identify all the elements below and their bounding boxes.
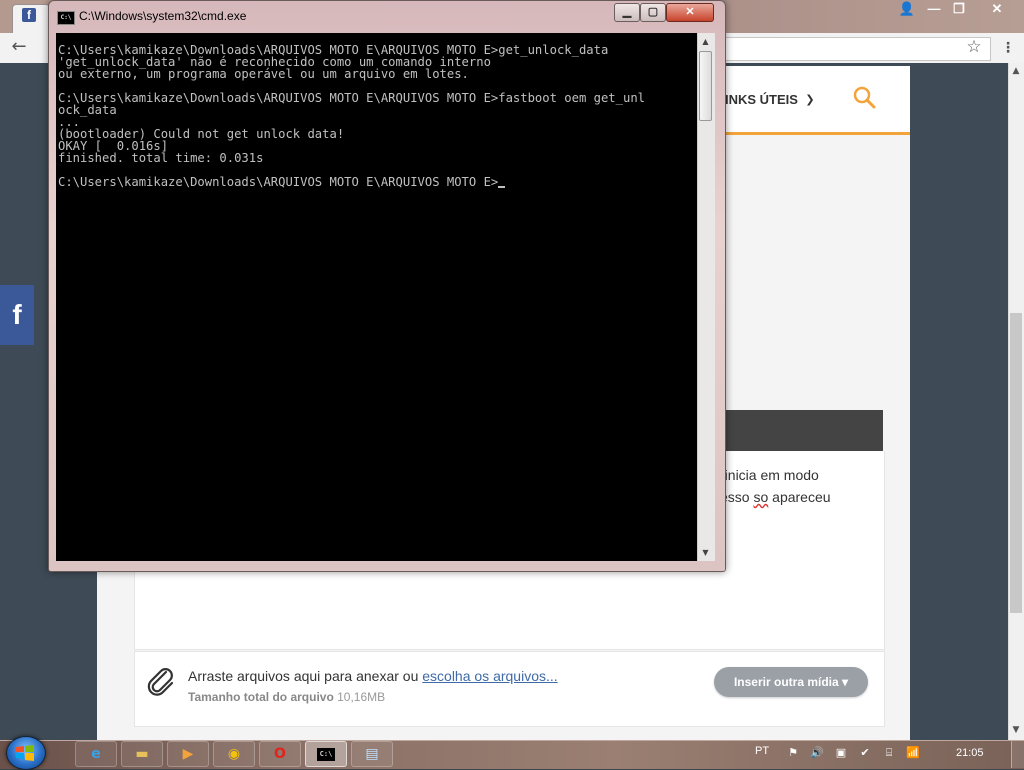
attachment-instruction-text: Arraste arquivos aqui para anexar ou	[188, 668, 423, 684]
choose-files-link[interactable]: escolha os arquivos...	[422, 668, 557, 684]
facebook-favicon-icon: f	[22, 8, 36, 22]
action-center-flag-icon[interactable]: ⚑	[786, 746, 800, 760]
console-output[interactable]: C:\Users\kamikaze\Downloads\ARQUIVOS MOT…	[56, 33, 697, 561]
chrome-menu-icon[interactable]: ⋮	[1000, 38, 1016, 58]
console-prompt: C:\Users\kamikaze\Downloads\ARQUIVOS MOT…	[58, 175, 499, 189]
chrome-minimize-button[interactable]: —	[922, 0, 946, 18]
post-text-line: cesso so apareceu	[713, 489, 831, 505]
console-line: C:\Users\kamikaze\Downloads\ARQUIVOS MOT…	[58, 91, 645, 105]
paperclip-icon	[146, 666, 176, 698]
language-indicator[interactable]: PT	[755, 745, 769, 757]
cmd-window-title: C:\Windows\system32\cmd.exe	[79, 9, 247, 23]
media-player-icon: ▶	[182, 746, 194, 762]
chrome-close-button[interactable]: ✕	[975, 0, 1019, 18]
cmd-close-button[interactable]: ✕	[666, 3, 714, 22]
chevron-down-icon[interactable]: ❯	[803, 94, 817, 106]
cmd-scroll-down-arrow-icon[interactable]: ▼	[697, 544, 714, 561]
back-arrow-icon[interactable]: ←	[8, 36, 30, 58]
bookmark-star-icon[interactable]: ☆	[964, 37, 984, 57]
scroll-down-arrow-icon[interactable]: ▼	[1008, 722, 1024, 738]
facebook-icon[interactable]: f	[0, 297, 34, 333]
spellcheck-word: so	[753, 489, 769, 505]
console-text: C:\Users\kamikaze\Downloads\ARQUIVOS MOT…	[58, 44, 645, 188]
opera-icon: O	[274, 746, 286, 762]
chrome-icon: ◉	[227, 746, 241, 762]
cmd-window-icon[interactable]: C:\	[57, 11, 75, 25]
windows-logo-icon	[15, 744, 35, 762]
attachment-size-label: Tamanho total do arquivo	[188, 690, 334, 704]
cmd-scroll-up-arrow-icon[interactable]: ▲	[697, 33, 714, 50]
attachment-instructions: Arraste arquivos aqui para anexar ou esc…	[188, 668, 558, 684]
console-cursor	[498, 186, 506, 188]
cmd-scroll-thumb[interactable]	[699, 51, 712, 121]
display-icon[interactable]: ▣	[834, 746, 848, 760]
chrome-maximize-button[interactable]: ❐	[947, 0, 971, 18]
system-clock[interactable]: 21:05	[956, 747, 984, 759]
volume-icon[interactable]: 🔊	[810, 746, 824, 760]
show-desktop-button[interactable]	[1011, 741, 1024, 768]
internet-explorer-icon: e	[91, 746, 101, 762]
attachment-size-value: 10,16MB	[333, 690, 386, 704]
folder-icon: ▬	[135, 746, 149, 762]
cmd-maximize-button[interactable]: ▢	[640, 3, 666, 22]
cmd-minimize-button[interactable]: ▁	[614, 3, 640, 22]
page-scroll-thumb[interactable]	[1010, 313, 1022, 613]
search-icon[interactable]	[852, 85, 876, 109]
post-text-fragment: apareceu	[768, 489, 831, 505]
signal-icon[interactable]: 📶	[906, 746, 920, 760]
content-header-bar	[716, 410, 883, 451]
notepad-icon: ▤	[365, 746, 379, 762]
network-icon[interactable]: ⌸	[882, 746, 896, 760]
console-line: finished. total time: 0.031s	[58, 151, 264, 165]
insert-media-button[interactable]: Inserir outra mídia ▾	[714, 667, 868, 697]
safely-remove-icon[interactable]: ✔	[858, 746, 872, 760]
nav-links-uteis[interactable]: INKS ÚTEIS	[725, 92, 798, 107]
chrome-profile-button[interactable]: 👤	[895, 0, 919, 18]
attachment-total-size: Tamanho total do arquivo 10,16MB	[188, 690, 385, 704]
console-line: ou externo, um programa operável ou um a…	[58, 67, 469, 81]
cmd-icon: C:\	[317, 748, 335, 761]
address-bar[interactable]	[720, 37, 991, 61]
scroll-up-arrow-icon[interactable]: ▲	[1008, 63, 1024, 79]
post-text-line: o inicia em modo	[713, 467, 819, 483]
